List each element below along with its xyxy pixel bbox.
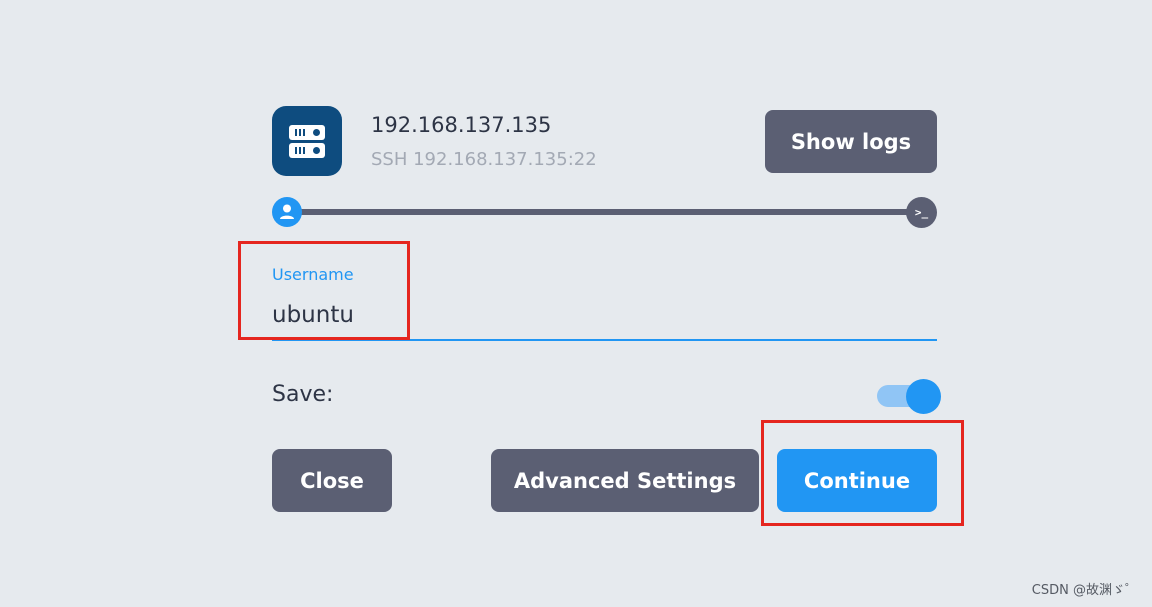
host-title: 192.168.137.135 (371, 113, 552, 137)
user-icon (272, 197, 302, 227)
server-icon (272, 106, 342, 176)
advanced-settings-button[interactable]: Advanced Settings (491, 449, 759, 512)
save-toggle[interactable] (876, 379, 942, 414)
username-highlight-box (238, 241, 410, 340)
show-logs-button[interactable]: Show logs (765, 110, 937, 173)
watermark: CSDN @故渊ゞ゜ (1031, 583, 1138, 598)
terminal-icon: >_ (906, 197, 937, 228)
host-subtitle: SSH 192.168.137.135:22 (371, 149, 597, 170)
progress-track (286, 209, 922, 215)
close-button[interactable]: Close (272, 449, 392, 512)
save-label: Save: (272, 382, 334, 407)
continue-highlight-box (761, 420, 964, 526)
